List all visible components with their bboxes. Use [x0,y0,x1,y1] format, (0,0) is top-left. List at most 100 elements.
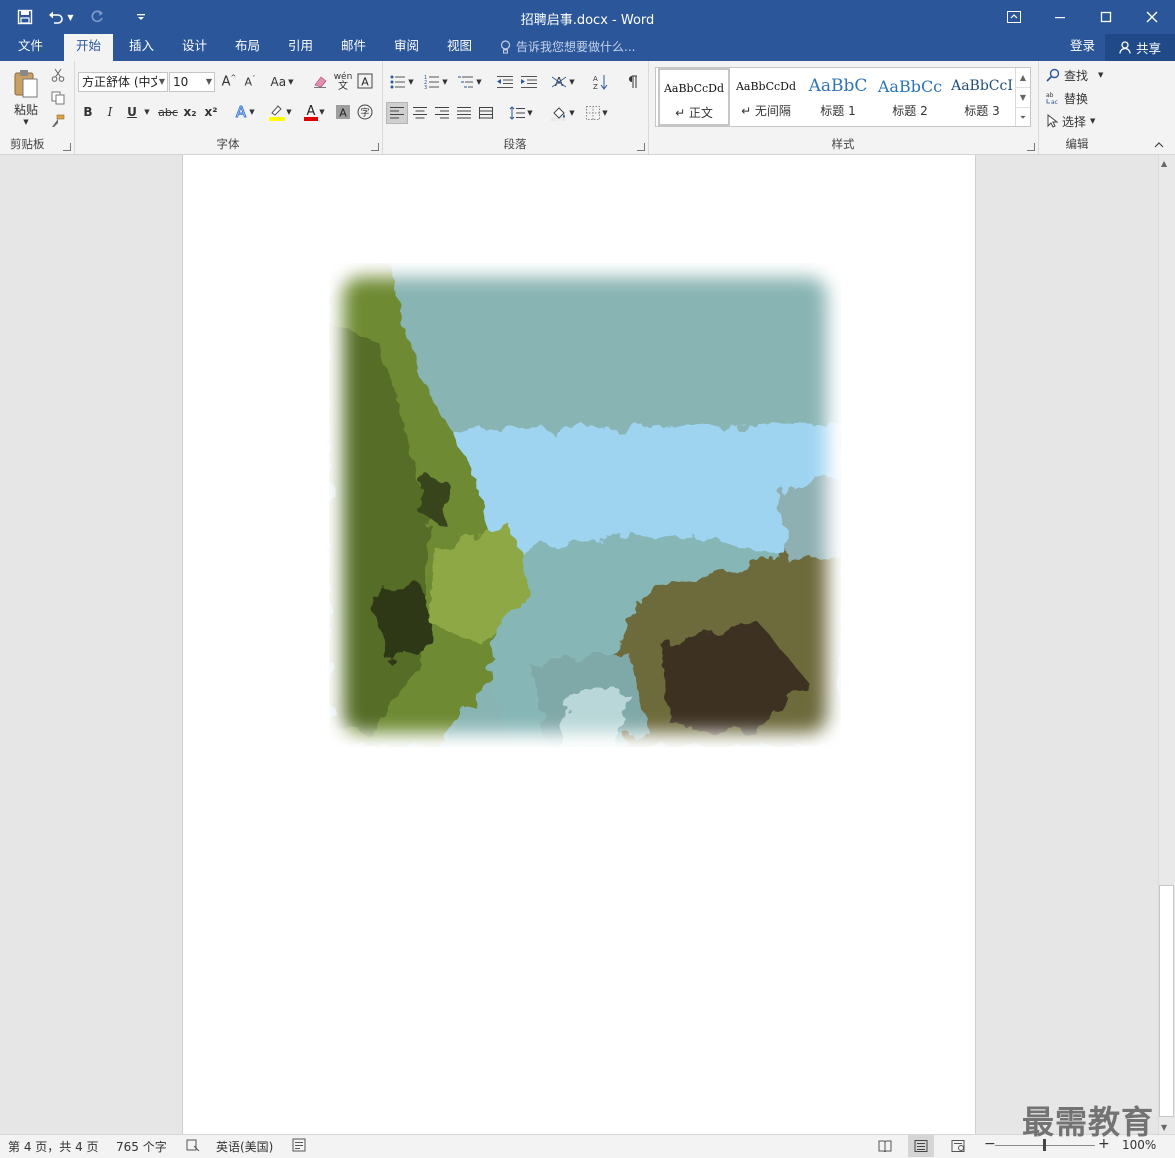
select-button[interactable]: 选择 ▼ [1046,111,1110,131]
style-heading-1[interactable]: AaBbC 标题 1 [802,68,874,126]
chevron-down-icon: ▼ [569,78,575,86]
font-size-value: 10 [173,75,189,89]
tab-file[interactable]: 文件 [6,34,55,61]
style-heading-1-name: 标题 1 [820,104,856,118]
cut-button[interactable] [48,65,68,85]
tab-home[interactable]: 开始 [64,34,114,61]
text-highlight-button[interactable]: ▼ [264,102,296,122]
align-right-button[interactable] [431,102,453,124]
distributed-button[interactable] [475,102,497,124]
scroll-up-icon[interactable]: ▲ [1161,159,1167,168]
shading-button[interactable]: ▼ [548,102,578,124]
increase-indent-icon [521,76,537,88]
text-effects-button[interactable]: A ▼ [230,102,258,122]
show-marks-button[interactable] [622,72,642,92]
style-normal-sample: AaBbCcDd [663,82,725,95]
style-heading-3[interactable]: AaBbCcI 标题 3 [946,68,1018,126]
character-border-button[interactable]: A [356,72,374,90]
person-icon [1119,41,1131,54]
line-spacing-button[interactable]: ▼ [506,102,536,124]
replace-label: 替换 [1064,91,1089,106]
gallery-more-icon[interactable]: ⏷ [1016,108,1030,127]
read-mode-button[interactable] [872,1135,898,1157]
clipboard-dialog-launcher[interactable] [63,143,71,151]
minimize-button[interactable] [1037,0,1083,34]
numbering-button[interactable]: 1 2 3 ▼ [420,72,452,92]
tab-mailings[interactable]: 邮件 [329,34,378,61]
select-label: 选择 [1062,114,1087,129]
strikethrough-button[interactable]: abc [156,102,180,122]
shrink-font-button[interactable]: Aˇ [240,72,260,92]
increase-indent-button[interactable] [518,72,540,92]
enclose-characters-button[interactable]: 字 [356,102,374,122]
inserted-picture[interactable] [329,263,841,747]
italic-button[interactable]: I [100,102,120,122]
print-layout-button[interactable] [908,1135,934,1157]
paint-bucket-icon [552,107,566,121]
phonetic-guide-icon: 文 [338,81,348,92]
replace-button[interactable]: ab ac 替换 [1046,88,1110,108]
superscript-button[interactable]: x² [201,102,221,122]
grow-font-button[interactable]: A^ [219,72,239,92]
chinese-layout-button[interactable]: A▼ [548,72,578,92]
scroll-down-icon[interactable]: ▼ [1161,1123,1167,1132]
tab-design[interactable]: 设计 [170,34,219,61]
underline-button[interactable]: U [122,102,142,122]
sort-button[interactable]: AZ [590,72,612,92]
ribbon-display-options-button[interactable] [991,0,1037,34]
align-center-button[interactable] [409,102,431,124]
style-normal[interactable]: AaBbCcDd ↵ 正文 [658,68,730,126]
font-color-button[interactable]: A ▼ [299,102,329,122]
subscript-button[interactable]: x₂ [180,102,200,122]
scrollbar-thumb[interactable] [1159,885,1174,1117]
maximize-button[interactable] [1083,0,1129,34]
change-case-button[interactable]: Aa ▼ [267,72,297,92]
tab-layout[interactable]: 布局 [223,34,272,61]
align-left-button[interactable] [386,102,408,124]
document-page[interactable] [182,155,976,1134]
clear-formatting-button[interactable] [311,72,331,92]
font-size-combo[interactable]: 10 ▼ [169,72,215,92]
svg-text:字: 字 [360,107,369,119]
bold-button[interactable]: B [78,102,98,122]
close-button[interactable] [1129,0,1175,34]
format-painter-button[interactable] [48,111,68,131]
styles-dialog-launcher[interactable] [1027,143,1035,151]
justify-button[interactable] [453,102,475,124]
find-button[interactable]: 查找 ▼ [1046,65,1110,85]
style-no-spacing[interactable]: AaBbCcDd ↵ 无间隔 [730,68,802,126]
bullets-button[interactable]: ▼ [386,72,418,92]
style-heading-2[interactable]: AaBbCc 标题 2 [874,68,946,126]
gallery-down-icon[interactable]: ▼ [1016,88,1030,108]
paste-button[interactable]: 粘贴 ▼ [8,67,44,127]
chevron-up-icon [1154,142,1164,148]
phonetic-guide-button[interactable]: wén 文 [333,71,353,93]
language-status[interactable]: 英语(美国) [216,1138,273,1155]
tab-references[interactable]: 引用 [276,34,325,61]
login-link[interactable]: 登录 [1070,34,1095,58]
font-name-combo[interactable]: 方正舒体 (中文 ▼ [78,72,168,92]
character-shading-button[interactable]: A [334,102,352,122]
grow-font-icon: A^ [221,74,237,90]
zoom-out-button[interactable]: − [984,1136,996,1152]
gallery-up-icon[interactable]: ▲ [1016,68,1030,88]
collapse-ribbon-button[interactable] [1152,139,1166,151]
web-layout-button[interactable] [945,1135,971,1157]
macro-recording-icon[interactable] [292,1138,306,1155]
multilevel-list-button[interactable]: ▼ [454,72,486,92]
copy-button[interactable] [48,88,68,108]
word-count[interactable]: 765 个字 [116,1138,167,1155]
tab-view[interactable]: 视图 [435,34,484,61]
tab-insert[interactable]: 插入 [117,34,166,61]
tell-me-box[interactable]: 告诉我您想要做什么... [500,38,635,56]
decrease-indent-button[interactable] [494,72,516,92]
borders-button[interactable]: ▼ [582,102,612,124]
tab-review[interactable]: 审阅 [382,34,431,61]
copy-icon [51,91,65,105]
share-button[interactable]: 共享 [1105,34,1175,61]
paragraph-dialog-launcher[interactable] [637,143,645,151]
proofing-status-icon[interactable] [186,1138,200,1155]
underline-dropdown-icon[interactable]: ▼ [142,102,152,122]
font-dialog-launcher[interactable] [371,143,379,151]
page-count[interactable]: 第 4 页，共 4 页 [8,1138,99,1155]
